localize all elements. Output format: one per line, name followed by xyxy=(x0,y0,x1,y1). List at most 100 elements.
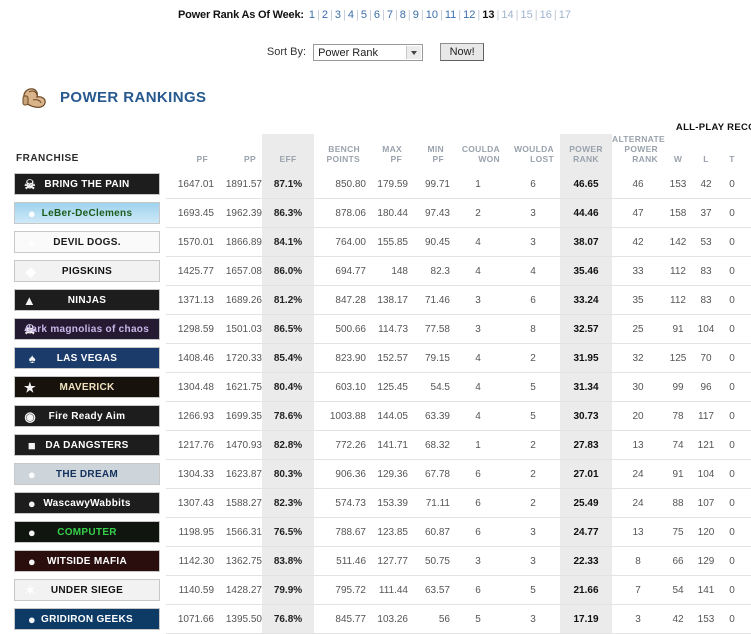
column-header-bench-points[interactable]: BENCH POINTS xyxy=(314,134,366,170)
bench-points-cell: 772.26 xyxy=(314,430,366,460)
franchise-banner[interactable]: ▲ NINJAS xyxy=(14,289,160,311)
chevron-down-icon[interactable] xyxy=(406,45,422,59)
week-link-8[interactable]: 8 xyxy=(398,9,408,21)
franchise-banner[interactable]: ✶ UNDER SIEGE xyxy=(14,579,160,601)
franchise-banner[interactable]: ● GRIDIRON GEEKS xyxy=(14,608,160,630)
week-link-2[interactable]: 2 xyxy=(320,9,330,21)
franchise-cell[interactable]: ● WascawyWabbits xyxy=(14,489,166,518)
alternate-power-rank-cell: 24 xyxy=(612,488,664,518)
week-link-16[interactable]: 16 xyxy=(538,9,554,21)
week-link-3[interactable]: 3 xyxy=(333,9,343,21)
week-selector-label: Power Rank As Of Week: xyxy=(178,9,304,21)
woulda-lost-cell: 3 xyxy=(506,227,560,257)
week-link-1[interactable]: 1 xyxy=(307,9,317,21)
franchise-banner[interactable]: ● WITSIDE MAFIA xyxy=(14,550,160,572)
franchise-cell[interactable]: ★ MAVERICK xyxy=(14,373,166,402)
bench-points-cell: 574.73 xyxy=(314,488,366,518)
coulda-won-cell: 2 xyxy=(450,198,506,228)
franchise-cell[interactable]: ♠ LAS VEGAS xyxy=(14,344,166,373)
column-header-franchise[interactable]: FRANCHISE xyxy=(14,134,166,170)
franchise-banner[interactable]: ● COMPUTER xyxy=(14,521,160,543)
week-link-15[interactable]: 15 xyxy=(518,9,534,21)
franchise-cell[interactable]: ● GRIDIRON GEEKS xyxy=(14,605,166,634)
week-link-13[interactable]: 13 xyxy=(480,9,496,21)
column-header-max-pf[interactable]: MAX PF xyxy=(366,134,408,170)
franchise-banner[interactable]: ● THE DREAM xyxy=(14,463,160,485)
franchise-cell[interactable]: ■ DA DANGSTERS xyxy=(14,431,166,460)
losses-cell: 96 xyxy=(692,372,720,402)
franchise-banner[interactable]: ☠ BRING THE PAIN xyxy=(14,173,160,196)
column-header-pf[interactable]: PF xyxy=(166,134,214,170)
franchise-name: DA DANGSTERS xyxy=(45,439,129,451)
week-link-17[interactable]: 17 xyxy=(557,9,573,21)
column-header-losses[interactable]: L xyxy=(692,134,720,170)
franchise-banner[interactable]: ◉ Fire Ready Aim xyxy=(14,405,160,427)
week-link-9[interactable]: 9 xyxy=(411,9,421,21)
ties-cell: 0 xyxy=(720,314,744,344)
franchise-cell[interactable]: ☠ BRING THE PAIN xyxy=(14,170,166,199)
minpf-line1: MIN xyxy=(427,144,444,154)
ties-cell: 0 xyxy=(720,343,744,373)
column-header-all-play[interactable]: ALL- PLAY xyxy=(744,134,751,170)
franchise-banner[interactable]: ■ DA DANGSTERS xyxy=(14,434,160,456)
franchise-name: NINJAS xyxy=(67,294,107,306)
eff-cell: 84.1% xyxy=(262,227,314,257)
week-link-10[interactable]: 10 xyxy=(424,9,440,21)
column-header-power-rank[interactable]: POWER RANK xyxy=(560,134,612,170)
woulda-line2: LOST xyxy=(530,154,554,164)
column-header-pp[interactable]: PP xyxy=(214,134,262,170)
power-rank-cell: 27.83 xyxy=(560,430,612,460)
table-row: ♠ LAS VEGAS 1408.46 1720.33 85.4% 823.90 152.5… xyxy=(14,343,751,373)
column-header-min-pf[interactable]: MIN PF xyxy=(408,134,450,170)
column-header-alternate-power-rank[interactable]: ALTERNATE POWER RANK xyxy=(612,134,665,170)
wins-cell: 75 xyxy=(664,517,692,547)
gangster-icon: ■ xyxy=(27,438,36,453)
column-header-woulda-lost[interactable]: WOULDA LOST xyxy=(506,134,560,170)
franchise-banner[interactable]: ☠ dark magnolias of chaos xyxy=(14,318,160,340)
pf-cell: 1140.59 xyxy=(166,575,214,605)
table-row: ■ DA DANGSTERS 1217.76 1470.93 82.8% 772.26 14… xyxy=(14,430,751,460)
column-header-ties[interactable]: T xyxy=(720,134,744,170)
franchise-cell[interactable]: ● WITSIDE MAFIA xyxy=(14,547,166,576)
column-header-eff[interactable]: EFF xyxy=(262,134,314,170)
power-rank-cell: 38.07 xyxy=(560,227,612,257)
week-link-6[interactable]: 6 xyxy=(372,9,382,21)
franchise-banner[interactable]: ● LeBer-DeClemens xyxy=(14,202,160,224)
franchise-banner[interactable]: ★ MAVERICK xyxy=(14,376,160,398)
losses-cell: 104 xyxy=(692,459,720,489)
week-link-7[interactable]: 7 xyxy=(385,9,395,21)
column-header-wins[interactable]: W xyxy=(664,134,692,170)
sort-by-select[interactable]: Power Rank xyxy=(313,43,424,61)
franchise-banner[interactable]: ● DEVIL DOGS. xyxy=(14,231,160,253)
franchise-cell[interactable]: ▲ NINJAS xyxy=(14,286,166,315)
woulda-lost-cell: 4 xyxy=(506,256,560,286)
franchise-cell[interactable]: ● THE DREAM xyxy=(14,460,166,489)
woulda-lost-cell: 3 xyxy=(506,198,560,228)
week-link-4[interactable]: 4 xyxy=(346,9,356,21)
franchise-cell[interactable]: ● DEVIL DOGS. xyxy=(14,228,166,257)
max-pf-cell: 114.73 xyxy=(366,314,408,344)
week-link-14[interactable]: 14 xyxy=(499,9,515,21)
franchise-cell[interactable]: ☠ dark magnolias of chaos xyxy=(14,315,166,344)
week-link-12[interactable]: 12 xyxy=(461,9,477,21)
franchise-banner[interactable]: ● WascawyWabbits xyxy=(14,492,160,514)
bench-points-cell: 694.77 xyxy=(314,256,366,286)
franchise-banner[interactable]: ◆ PIGSKINS xyxy=(14,260,160,282)
franchise-banner[interactable]: ♠ LAS VEGAS xyxy=(14,347,160,369)
bench-points-cell: 764.00 xyxy=(314,227,366,257)
bench-points-cell: 906.36 xyxy=(314,459,366,489)
column-header-coulda-won[interactable]: COULDA WON xyxy=(450,134,506,170)
week-link-5[interactable]: 5 xyxy=(359,9,369,21)
mobster-icon: ● xyxy=(27,554,36,569)
franchise-cell[interactable]: ◉ Fire Ready Aim xyxy=(14,402,166,431)
franchise-cell[interactable]: ◆ PIGSKINS xyxy=(14,257,166,286)
franchise-cell[interactable]: ● LeBer-DeClemens xyxy=(14,199,166,228)
all-play-cell: .338 xyxy=(744,546,751,576)
bench-points-cell: 795.72 xyxy=(314,575,366,605)
week-links[interactable]: 1 | 2 | 3 | 4 | 5 | 6 | 7 | 8 | 9 | 10 | 11 | 12 | 13 | 14 | 15 | 16 | 1… xyxy=(307,9,573,21)
week-link-11[interactable]: 11 xyxy=(443,9,458,21)
eff-cell: 85.4% xyxy=(262,343,314,373)
franchise-cell[interactable]: ● COMPUTER xyxy=(14,518,166,547)
now-button[interactable]: Now! xyxy=(440,43,485,61)
franchise-cell[interactable]: ✶ UNDER SIEGE xyxy=(14,576,166,605)
